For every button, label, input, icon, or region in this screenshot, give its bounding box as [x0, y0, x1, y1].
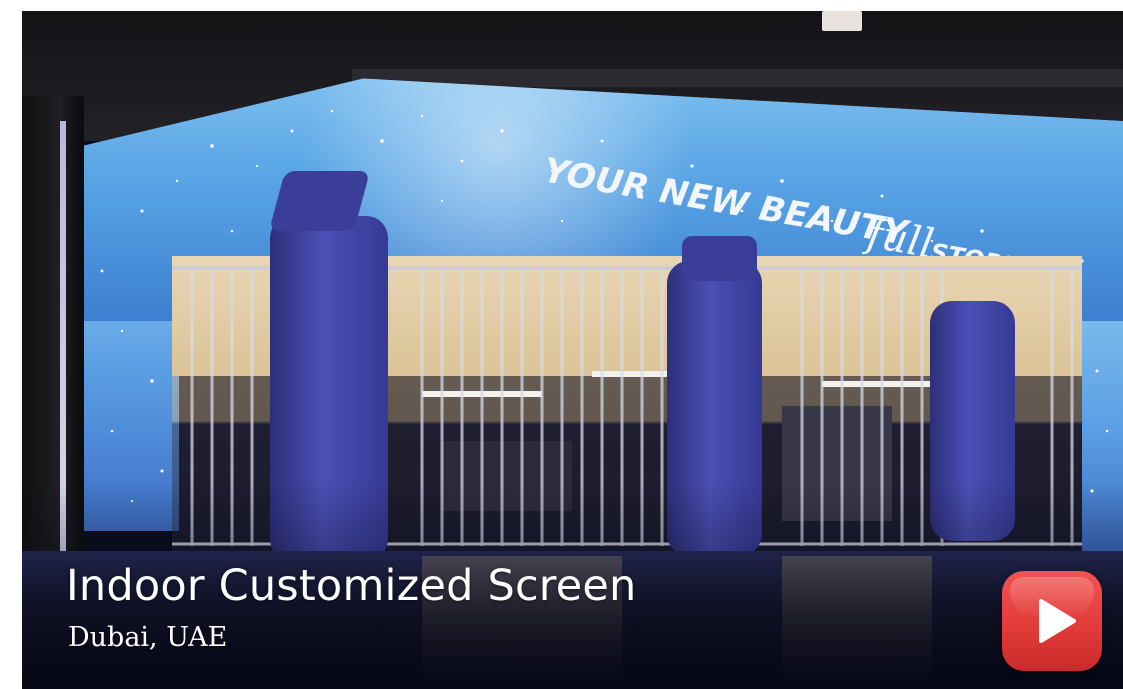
play-button[interactable]: [1002, 571, 1102, 671]
video-title: Indoor Customized Screen: [66, 561, 637, 611]
play-icon: [1039, 599, 1076, 643]
balcony-beam: [352, 69, 1123, 87]
pillar-cap: [268, 171, 371, 231]
balcony-sign: [822, 11, 862, 31]
pillar-cap: [682, 236, 757, 281]
video-thumbnail[interactable]: YOUR NEW BEAUTY full STORE: [22, 11, 1123, 689]
video-location: Dubai, UAE: [68, 622, 228, 653]
